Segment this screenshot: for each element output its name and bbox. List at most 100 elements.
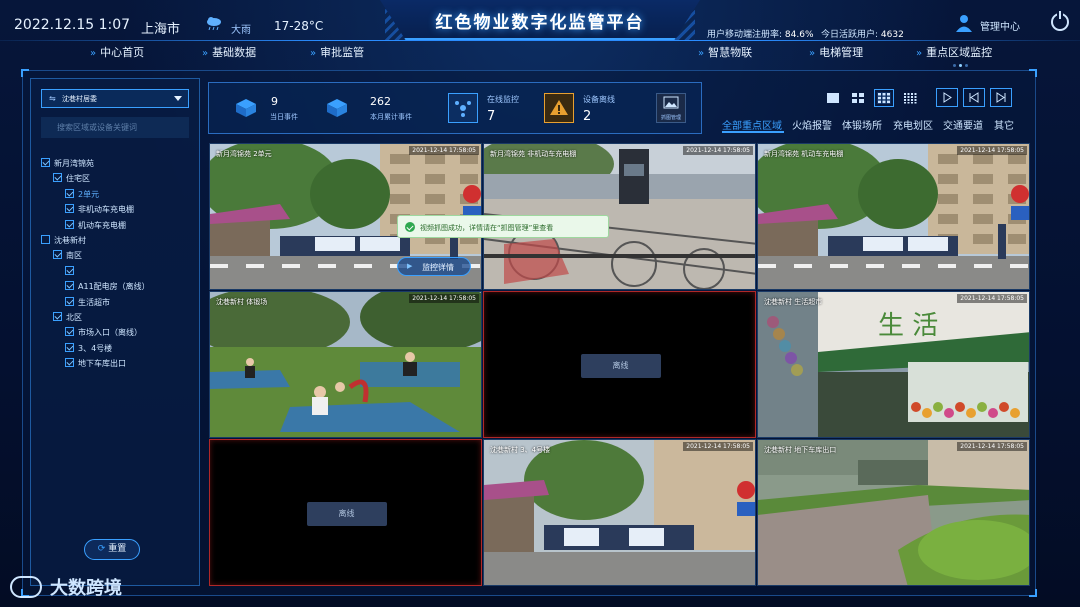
tab-fitness-area[interactable]: 体锻场所 xyxy=(842,117,882,132)
event-box-icon xyxy=(236,99,256,117)
capture-success-toast: 视频抓图成功，详情请在“抓图管理”里查看 xyxy=(397,215,609,238)
active-users-value: 4632 xyxy=(880,30,904,40)
location-icon: ⇋ xyxy=(49,94,56,103)
today-events-value: 9 xyxy=(271,95,278,108)
tree-item[interactable]: 3、4号楼 xyxy=(65,342,112,354)
camera-timestamp: 2021-12-14 17:58:05 xyxy=(683,442,753,451)
nav-home[interactable]: 中心首页 xyxy=(90,44,144,60)
camera-tile[interactable]: 沈巷新村 体锻场 2021-12-14 17:58:05 xyxy=(209,291,482,438)
checkbox[interactable] xyxy=(41,235,50,244)
tree-item-label: 机动车充电棚 xyxy=(78,220,126,230)
rain-cloud-icon xyxy=(207,17,221,30)
camera-tile-offline[interactable]: 离线 xyxy=(209,439,482,586)
nav-key-area-monitor[interactable]: 重点区域监控 xyxy=(916,44,992,60)
watermark-text: 大数跨境 xyxy=(50,578,122,599)
tab-charging-zone[interactable]: 充电划区 xyxy=(893,117,933,132)
power-icon[interactable] xyxy=(1051,11,1069,31)
nav-elevator[interactable]: 电梯管理 xyxy=(809,44,863,60)
tree-item[interactable]: 住宅区 xyxy=(53,173,90,184)
active-tab-indicator xyxy=(722,131,784,133)
month-events-value: 262 xyxy=(370,95,391,108)
device-offline-label: 设备离线 xyxy=(583,95,615,104)
checkbox[interactable] xyxy=(53,250,62,260)
camera-name: 新月湾锦苑 2单元 xyxy=(216,150,272,158)
camera-name: 新月湾锦苑 机动车充电棚 xyxy=(764,150,844,158)
offline-badge: 离线 xyxy=(580,353,661,378)
tree-item[interactable]: A11配电房（离线） xyxy=(65,281,150,292)
monitor-detail-button[interactable]: 监控详情 xyxy=(397,257,471,276)
header: 红色物业数字化监管平台 2022.12.15 1:07 上海市 大雨 17-28… xyxy=(0,0,1080,67)
checkbox[interactable] xyxy=(65,342,74,352)
tree-item[interactable]: 北区 xyxy=(53,312,82,323)
frame-corner xyxy=(1029,589,1037,597)
camera-feed xyxy=(210,292,481,437)
play-button[interactable] xyxy=(936,88,958,107)
capture-management-button[interactable]: 抓图管理 xyxy=(656,93,686,123)
page-indicator xyxy=(953,59,973,67)
online-monitor-value: 7 xyxy=(487,109,496,124)
tree-item[interactable]: 地下车库出口 xyxy=(65,358,126,369)
header-divider xyxy=(0,40,1080,41)
tab-main-road[interactable]: 交通要道 xyxy=(943,117,983,132)
offline-badge: 离线 xyxy=(306,501,387,526)
tab-all-key-areas[interactable]: 全部重点区域 xyxy=(722,117,782,132)
frame-corner xyxy=(1029,69,1037,77)
nav-smart-iot[interactable]: 智慧物联 xyxy=(698,44,752,60)
tree-item[interactable]: 机动车充电棚 xyxy=(65,219,126,231)
user-icon[interactable] xyxy=(955,14,973,32)
checkbox[interactable] xyxy=(41,158,50,167)
tab-fire-alarm[interactable]: 火焰报警 xyxy=(792,117,832,132)
camera-timestamp: 2021-12-14 17:58:05 xyxy=(409,146,479,155)
camera-feed xyxy=(484,440,755,585)
tree-item-label: 生活超市 xyxy=(78,297,110,307)
previous-button[interactable] xyxy=(963,88,985,107)
next-button[interactable] xyxy=(990,88,1012,107)
tree-item-label: 非机动车充电棚 xyxy=(78,205,134,215)
layout-16-icon[interactable] xyxy=(903,92,917,104)
tree-item[interactable]: 新月湾锦苑 xyxy=(41,158,94,169)
tree-item[interactable]: 非机动车充电棚 xyxy=(65,204,134,215)
tree-item[interactable]: 生活超市 xyxy=(65,296,110,308)
checkbox[interactable] xyxy=(65,204,74,214)
camera-tile[interactable]: 生 活 沈巷新村 生活超市 2021-12-14 17:58:05 xyxy=(757,291,1030,438)
community-select[interactable]: ⇋ 沈巷村居委 xyxy=(41,89,189,108)
checkbox[interactable] xyxy=(65,327,74,337)
tab-other[interactable]: 其它 xyxy=(994,117,1014,132)
camera-tile-offline[interactable]: 离线 xyxy=(483,291,756,438)
checkbox[interactable] xyxy=(65,358,74,368)
camera-timestamp: 2021-12-14 17:58:05 xyxy=(683,146,753,155)
image-icon xyxy=(663,96,679,109)
camera-tile[interactable]: 新月湾锦苑 机动车充电棚 2021-12-14 17:58:05 xyxy=(757,143,1030,290)
page-title: 红色物业数字化监管平台 xyxy=(435,13,645,33)
layout-4-icon[interactable] xyxy=(851,92,865,104)
tree-item-label: 新月湾锦苑 xyxy=(54,159,94,168)
tree-item[interactable]: 沈巷新村 xyxy=(41,235,86,246)
nav-approval[interactable]: 审批监管 xyxy=(310,44,364,60)
checkbox[interactable] xyxy=(65,265,74,275)
date-time: 2022.12.15 1:07 xyxy=(14,17,131,33)
camera-timestamp: 2021-12-14 17:58:05 xyxy=(957,442,1027,451)
nav-basic-data[interactable]: 基础数据 xyxy=(202,44,256,60)
tree-item[interactable]: 南区 xyxy=(53,250,82,261)
checkbox[interactable] xyxy=(65,188,74,198)
watermark-logo: 大数跨境 xyxy=(10,574,122,600)
checkbox[interactable] xyxy=(65,281,74,291)
frame-corner xyxy=(21,69,29,77)
tree-item[interactable]: 市场入口（离线） xyxy=(65,327,142,338)
city-label: 上海市 xyxy=(141,22,181,37)
camera-feed xyxy=(758,440,1029,585)
checkbox[interactable] xyxy=(53,312,62,321)
management-center-link[interactable]: 管理中心 xyxy=(980,18,1020,33)
checkbox[interactable] xyxy=(65,296,74,306)
search-input[interactable] xyxy=(41,117,189,138)
camera-tile[interactable]: 沈巷新村 3、4号楼 2021-12-14 17:58:05 xyxy=(483,439,756,586)
tree-item-label: A11配电房（离线） xyxy=(78,282,150,292)
tree-item[interactable] xyxy=(65,265,78,277)
layout-1-icon[interactable] xyxy=(826,92,840,104)
checkbox[interactable] xyxy=(53,173,62,183)
camera-tile[interactable]: 沈巷新村 地下车库出口 2021-12-14 17:58:05 xyxy=(757,439,1030,586)
tree-item[interactable]: 2单元 xyxy=(65,188,99,200)
reset-button[interactable]: 重置 xyxy=(84,539,140,560)
checkbox[interactable] xyxy=(65,219,74,229)
layout-9-icon[interactable] xyxy=(874,89,894,107)
